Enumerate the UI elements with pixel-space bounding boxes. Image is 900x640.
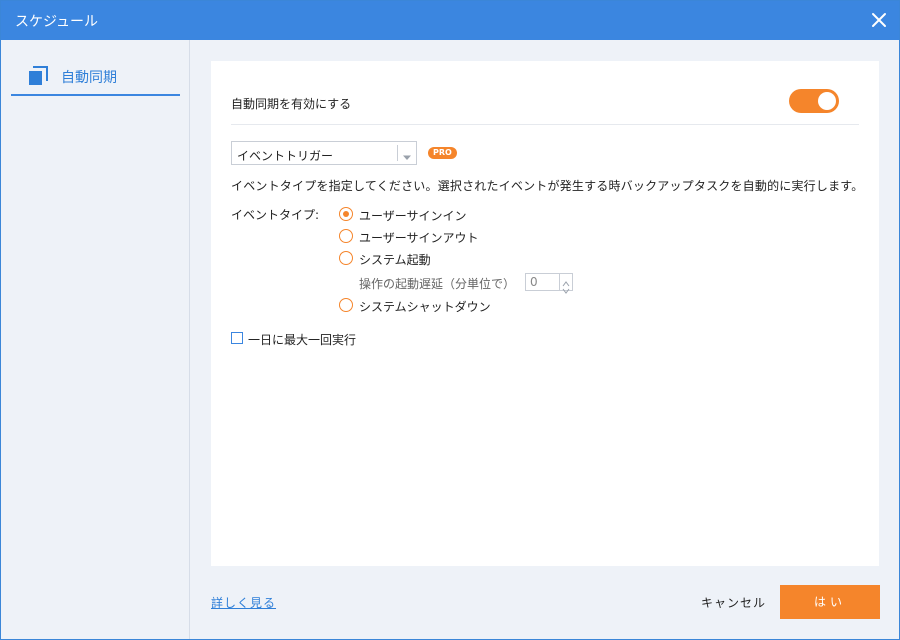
select-divider (397, 145, 398, 161)
window-title: スケジュール (15, 14, 99, 30)
stepper-up-button[interactable] (562, 276, 570, 287)
radio-label: ユーザーサインイン (359, 209, 467, 223)
radio-button[interactable] (339, 229, 353, 243)
learn-more-link[interactable]: 詳しく見る (211, 594, 276, 611)
startup-delay-label: 操作の起動遅延（分単位で） (359, 277, 516, 291)
stepper-down-button[interactable] (562, 283, 570, 294)
enable-label: 自動同期を有効にする (231, 97, 352, 111)
toggle-knob (818, 92, 836, 110)
sidebar-item-auto-sync[interactable]: 自動同期 (11, 58, 180, 96)
radio-label: システム起動 (359, 253, 431, 267)
close-button[interactable] (867, 8, 891, 32)
radio-button[interactable] (339, 298, 353, 312)
checkbox-box[interactable] (231, 332, 243, 344)
startup-delay-stepper[interactable]: 0 (525, 273, 573, 294)
stepper-value[interactable]: 0 (530, 275, 538, 289)
schedule-dialog: スケジュール 自動同期 自動同期を有効にする イベントトリガー PRO イベント… (0, 0, 900, 640)
event-type-label: イベントタイプ: (231, 208, 320, 222)
radio-label: ユーザーサインアウト (359, 231, 479, 245)
radio-system-shutdown[interactable]: システムシャットダウン (339, 297, 519, 315)
trigger-select-value: イベントトリガー (237, 149, 334, 163)
radio-system-startup[interactable]: システム起動 (339, 250, 499, 268)
radio-button[interactable] (339, 251, 353, 265)
close-icon (872, 13, 886, 27)
radio-user-sign-out[interactable]: ユーザーサインアウト (339, 228, 499, 246)
enable-toggle[interactable] (789, 89, 839, 113)
event-description: イベントタイプを指定してください。選択されたイベントが発生する時バックアップタス… (231, 179, 864, 193)
radio-label: システムシャットダウン (359, 300, 491, 314)
sidebar-item-label: 自動同期 (61, 70, 117, 86)
title-bar: スケジュール (1, 1, 899, 40)
enable-row: 自動同期を有効にする (231, 87, 859, 125)
sidebar: 自動同期 (1, 40, 190, 639)
radio-user-sign-in[interactable]: ユーザーサインイン (339, 206, 499, 224)
chevron-down-icon (562, 288, 570, 294)
checkbox-label: 一日に最大一回実行 (248, 333, 357, 347)
cancel-button[interactable]: キャンセル (701, 594, 766, 611)
ok-button[interactable]: はい (780, 585, 880, 619)
radio-button-checked[interactable] (339, 207, 353, 221)
once-per-day-checkbox[interactable]: 一日に最大一回実行 (231, 331, 391, 349)
stepper-buttons (559, 274, 572, 294)
settings-panel: 自動同期を有効にする イベントトリガー PRO イベントタイプを指定してください… (211, 61, 879, 566)
pro-badge: PRO (428, 147, 457, 159)
copy-squares-icon (28, 66, 48, 86)
chevron-down-icon (402, 150, 412, 164)
trigger-select[interactable]: イベントトリガー (231, 141, 417, 165)
